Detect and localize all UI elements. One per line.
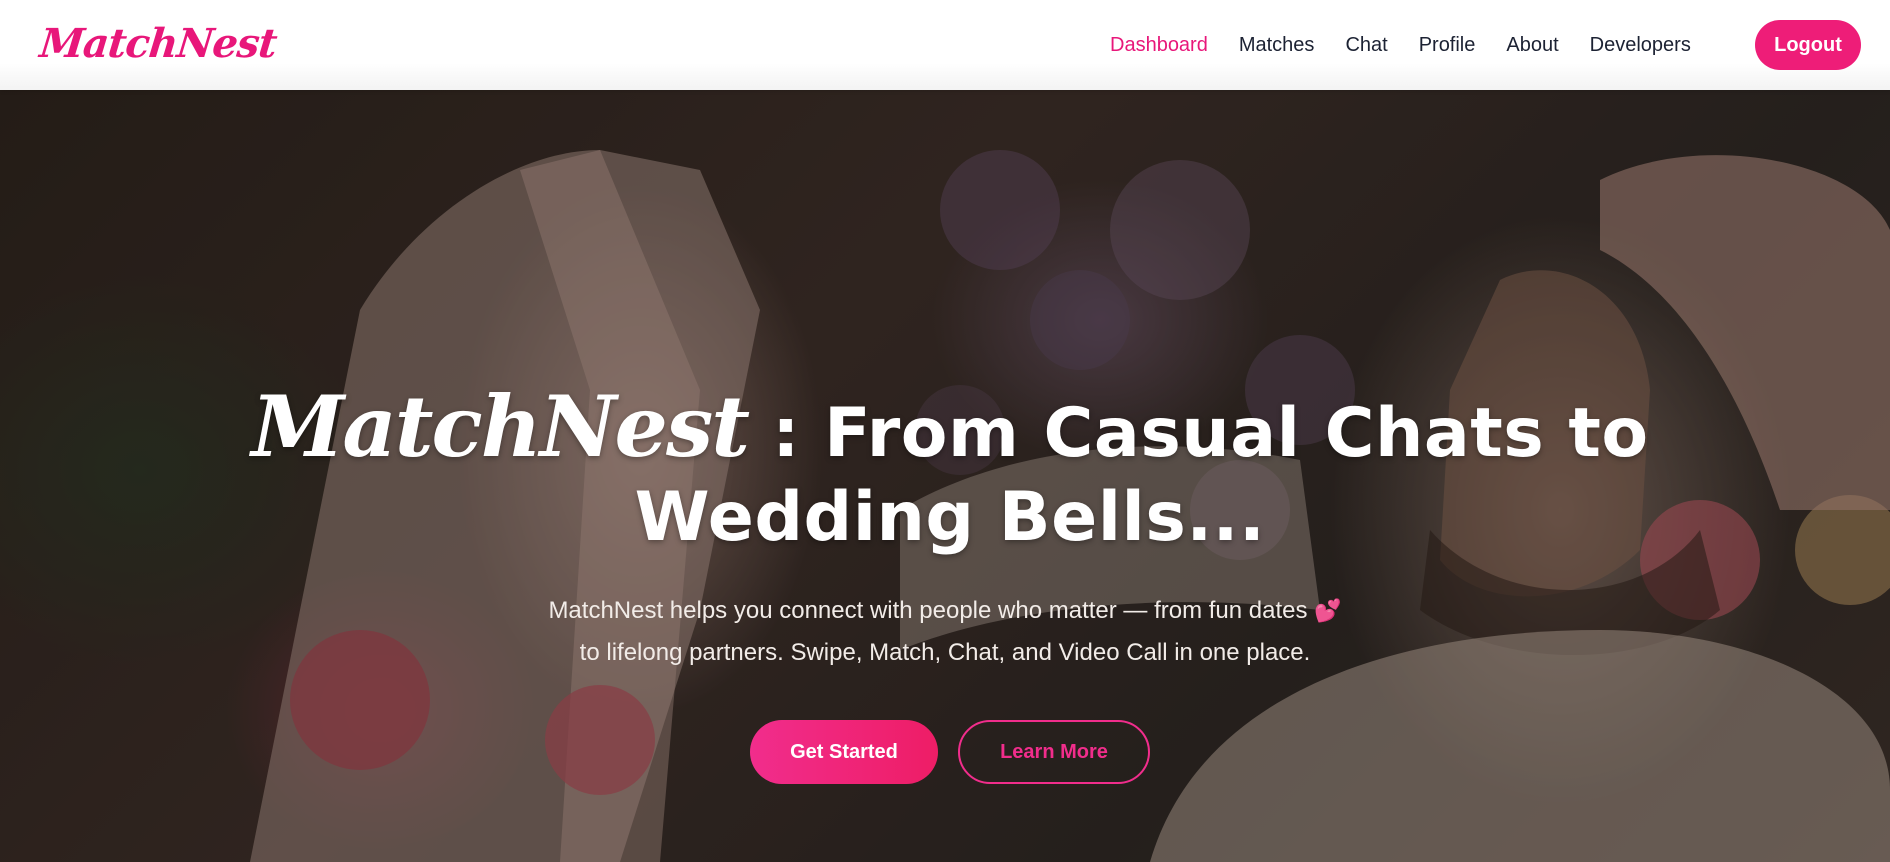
hero-section: MatchNest : From Casual Chats to Wedding… xyxy=(0,90,1890,862)
nav-link-about[interactable]: About xyxy=(1506,34,1558,57)
learn-more-button[interactable]: Learn More xyxy=(958,720,1150,784)
brand-logo[interactable]: MatchNest xyxy=(38,20,279,67)
cta-button-row: Get Started Learn More xyxy=(750,720,1150,784)
nav-link-dashboard[interactable]: Dashboard xyxy=(1110,34,1208,57)
nav-link-developers[interactable]: Developers xyxy=(1590,34,1691,57)
nav-link-matches[interactable]: Matches xyxy=(1239,34,1315,57)
hero-title-separator: : xyxy=(748,394,825,473)
top-navbar: MatchNest Dashboard Matches Chat Profile… xyxy=(0,0,1890,90)
hero-subtitle-line1: MatchNest helps you connect with people … xyxy=(548,597,1308,624)
hero-subtitle: MatchNest helps you connect with people … xyxy=(520,590,1370,674)
nav-link-profile[interactable]: Profile xyxy=(1419,34,1476,57)
nav-link-chat[interactable]: Chat xyxy=(1345,34,1387,57)
hero-content: MatchNest : From Casual Chats to Wedding… xyxy=(0,90,1890,862)
logout-button[interactable]: Logout xyxy=(1755,20,1861,70)
get-started-button[interactable]: Get Started xyxy=(750,720,938,784)
hero-title: MatchNest : From Casual Chats to Wedding… xyxy=(110,385,1790,560)
two-hearts-icon: 💕 xyxy=(1314,598,1342,623)
nav-links: Dashboard Matches Chat Profile About Dev… xyxy=(1110,0,1691,90)
hero-subtitle-line2: to lifelong partners. Swipe, Match, Chat… xyxy=(579,639,1311,666)
hero-title-brand: MatchNest xyxy=(251,377,750,476)
